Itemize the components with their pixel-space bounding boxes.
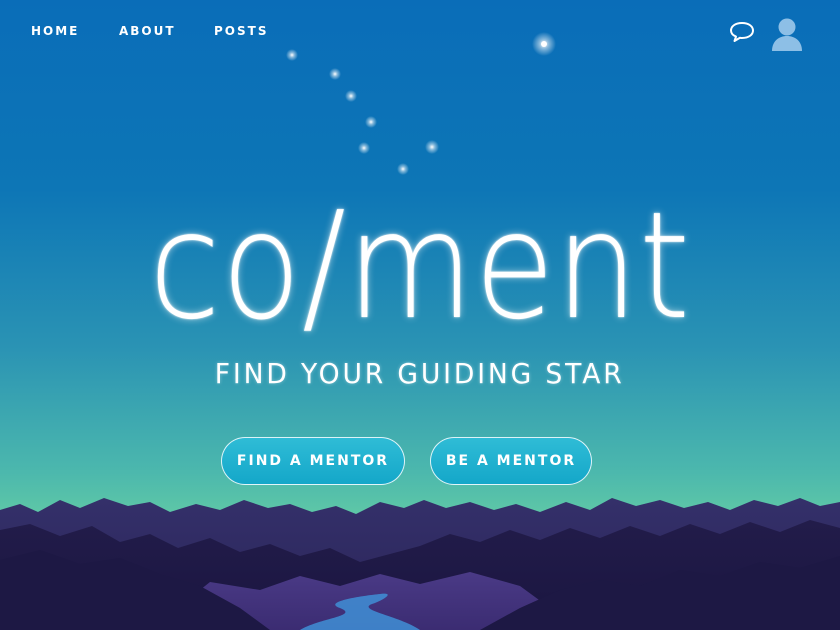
- be-mentor-button[interactable]: BE A MENTOR: [430, 437, 592, 485]
- nav-about-link[interactable]: ABOUT: [119, 24, 176, 38]
- star: [425, 140, 439, 154]
- chat-bubble-icon: [730, 22, 754, 42]
- star: [365, 116, 377, 128]
- chat-button[interactable]: [728, 20, 756, 44]
- nav-home-link[interactable]: HOME: [31, 24, 79, 38]
- user-avatar-button[interactable]: [770, 16, 804, 52]
- brand-text: co/ment: [149, 180, 691, 352]
- star: [345, 90, 357, 102]
- mountain-landscape: [0, 498, 840, 630]
- find-mentor-button[interactable]: FIND A MENTOR: [221, 437, 405, 485]
- hero-section: HOME ABOUT POSTS co/ment FIND YOUR GUIDI…: [0, 0, 840, 630]
- user-avatar-icon: [772, 18, 802, 51]
- top-nav: HOME ABOUT POSTS: [0, 0, 840, 64]
- brand-logo: co/ment: [0, 186, 840, 346]
- nav-posts-link[interactable]: POSTS: [214, 24, 268, 38]
- star: [329, 68, 341, 80]
- tagline-text: FIND YOUR GUIDING STAR: [215, 357, 625, 390]
- tagline: FIND YOUR GUIDING STAR: [0, 357, 840, 390]
- star: [397, 163, 409, 175]
- star: [358, 142, 370, 154]
